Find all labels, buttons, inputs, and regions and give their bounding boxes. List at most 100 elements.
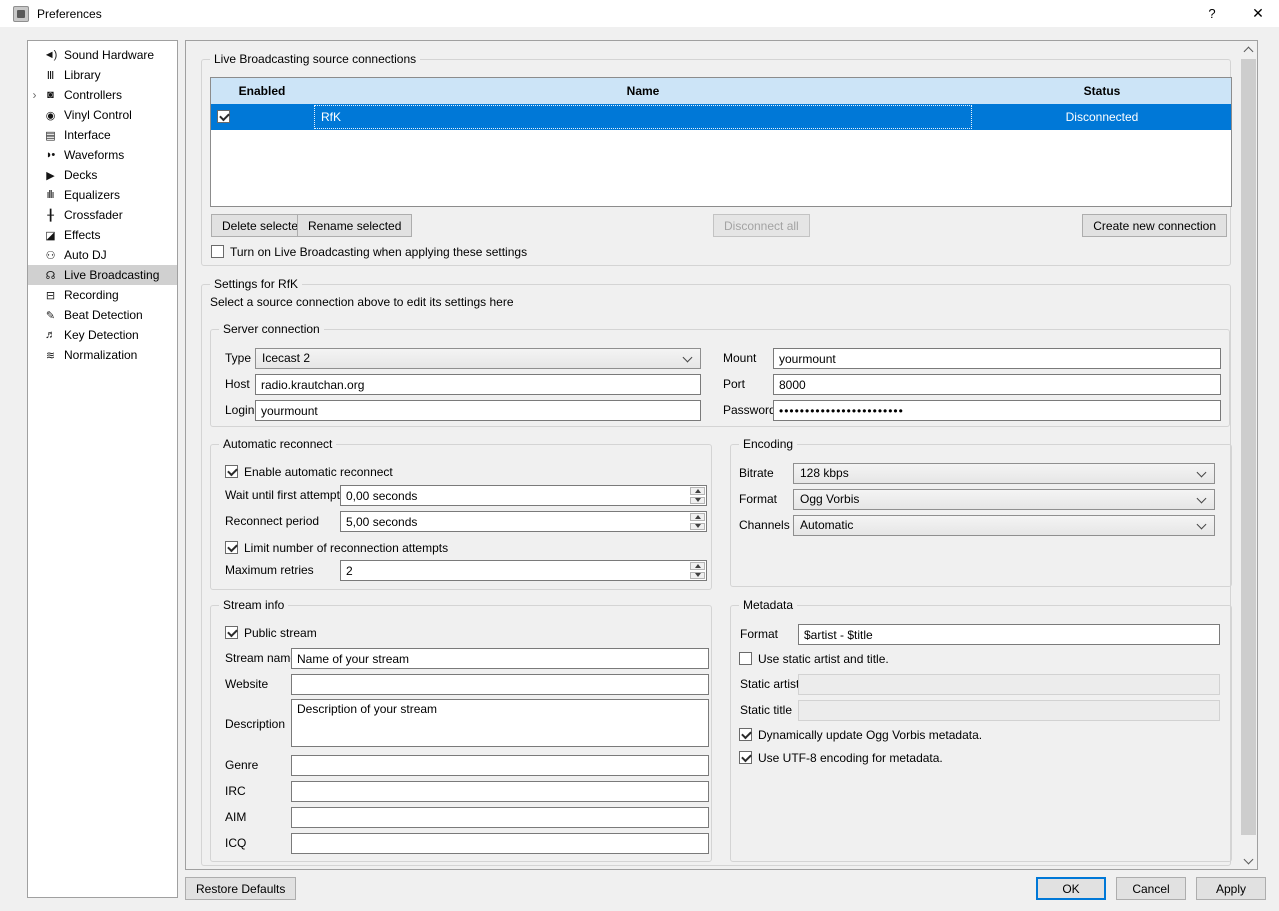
metadata-legend: Metadata — [739, 598, 797, 613]
mount-label: Mount — [723, 348, 756, 369]
spin-down-icon[interactable] — [690, 572, 705, 580]
use-static-checkbox[interactable] — [739, 652, 752, 665]
expand-chevron-icon[interactable]: › — [28, 88, 41, 102]
help-button[interactable]: ? — [1198, 3, 1226, 24]
spin-down-icon[interactable] — [690, 523, 705, 531]
sidebar-item-controllers[interactable]: ›◙Controllers — [28, 85, 177, 105]
play-deck-icon: ▶ — [41, 169, 59, 182]
utf8-checkbox[interactable] — [739, 751, 752, 764]
column-header-name[interactable]: Name — [313, 78, 973, 104]
channels-label: Channels — [739, 515, 790, 536]
public-stream-row: Public stream — [225, 625, 317, 640]
titlebar: Preferences ? ✕ — [0, 0, 1279, 27]
channels-combobox[interactable]: Automatic — [793, 515, 1215, 536]
create-new-connection-button[interactable]: Create new connection — [1082, 214, 1227, 237]
type-combobox[interactable]: Icecast 2 — [255, 348, 701, 369]
sidebar-item-live-broadcasting[interactable]: ☊Live Broadcasting — [28, 265, 177, 285]
sidebar-item-interface[interactable]: ▤Interface — [28, 125, 177, 145]
server-connection-group: Server connection Type Icecast 2 Mount H… — [210, 329, 1230, 427]
description-textarea[interactable]: Description of your stream — [291, 699, 709, 747]
wait-first-attempt-label: Wait until first attempt — [225, 485, 340, 506]
spin-up-icon[interactable] — [690, 562, 705, 570]
metadata-group: Metadata Format Use static artist and ti… — [730, 605, 1232, 862]
turn-on-broadcasting-checkbox[interactable] — [211, 245, 224, 258]
spin-up-icon[interactable] — [690, 487, 705, 495]
scrollbar-thumb[interactable] — [1241, 59, 1256, 835]
reconnect-period-spinbox[interactable] — [340, 511, 707, 532]
vertical-scrollbar[interactable] — [1240, 41, 1257, 869]
scroll-down-icon[interactable] — [1240, 852, 1257, 869]
sidebar-item-equalizers[interactable]: ıllıEqualizers — [28, 185, 177, 205]
host-label: Host — [225, 374, 250, 395]
wait-first-attempt-spinbox[interactable] — [340, 485, 707, 506]
sidebar-item-effects[interactable]: ◪Effects — [28, 225, 177, 245]
speaker-icon: ◄) — [41, 49, 59, 61]
stream-name-input[interactable] — [291, 648, 709, 669]
spin-down-icon[interactable] — [690, 497, 705, 505]
irc-input[interactable] — [291, 781, 709, 802]
metadata-format-input[interactable] — [798, 624, 1220, 645]
limit-attempts-checkbox[interactable] — [225, 541, 238, 554]
connection-name-cell[interactable]: RfK — [313, 104, 973, 130]
enable-reconnect-checkbox[interactable] — [225, 465, 238, 478]
encoding-format-combobox[interactable]: Ogg Vorbis — [793, 489, 1215, 510]
dynamic-update-checkbox[interactable] — [739, 728, 752, 741]
restore-defaults-button[interactable]: Restore Defaults — [185, 877, 296, 900]
dynamic-update-row: Dynamically update Ogg Vorbis metadata. — [739, 727, 982, 742]
reconnect-period-label: Reconnect period — [225, 511, 319, 532]
cancel-button[interactable]: Cancel — [1116, 877, 1186, 900]
equalizer-bars-icon: ıllı — [41, 189, 59, 201]
port-input[interactable] — [773, 374, 1221, 395]
utf8-label: Use UTF-8 encoding for metadata. — [758, 751, 943, 765]
icq-input[interactable] — [291, 833, 709, 854]
sidebar-item-decks[interactable]: ▶Decks — [28, 165, 177, 185]
spin-up-icon[interactable] — [690, 513, 705, 521]
sidebar-item-waveforms[interactable]: ◗•Waveforms — [28, 145, 177, 165]
sidebar-item-auto-dj[interactable]: ⚇Auto DJ — [28, 245, 177, 265]
website-input[interactable] — [291, 674, 709, 695]
apply-button[interactable]: Apply — [1196, 877, 1266, 900]
drumstick-icon: ✎ — [41, 309, 59, 322]
settings-for-connection-group: Settings for RfK Select a source connect… — [201, 284, 1231, 866]
use-static-row: Use static artist and title. — [739, 651, 889, 666]
rename-selected-button[interactable]: Rename selected — [297, 214, 412, 237]
column-header-status[interactable]: Status — [973, 78, 1231, 104]
source-connections-group: Live Broadcasting source connections Ena… — [201, 59, 1231, 266]
bitrate-combobox[interactable]: 128 kbps — [793, 463, 1215, 484]
connections-table-header: Enabled Name Status — [211, 78, 1231, 104]
maximum-retries-spinbox[interactable] — [340, 560, 707, 581]
sidebar-item-crossfader[interactable]: ╂Crossfader — [28, 205, 177, 225]
column-header-enabled[interactable]: Enabled — [211, 78, 313, 104]
sidebar-item-beat-detection[interactable]: ✎Beat Detection — [28, 305, 177, 325]
turn-on-broadcasting-row: Turn on Live Broadcasting when applying … — [211, 244, 527, 259]
aim-input[interactable] — [291, 807, 709, 828]
sidebar-item-normalization[interactable]: ≋Normalization — [28, 345, 177, 365]
sidebar-item-key-detection[interactable]: ♬Key Detection — [28, 325, 177, 345]
connection-enabled-cell — [211, 104, 313, 130]
close-button[interactable]: ✕ — [1244, 3, 1272, 24]
aim-label: AIM — [225, 807, 246, 828]
sidebar-item-sound-hardware[interactable]: ◄)Sound Hardware — [28, 45, 177, 65]
host-input[interactable] — [255, 374, 701, 395]
satellite-dish-icon: ☊ — [41, 269, 59, 282]
encoding-group: Encoding Bitrate 128 kbps Format Ogg Vor… — [730, 444, 1232, 587]
login-label: Login — [225, 400, 254, 421]
sidebar-item-vinyl-control[interactable]: ◉Vinyl Control — [28, 105, 177, 125]
public-stream-label: Public stream — [244, 626, 317, 640]
controller-icon: ◙ — [41, 89, 59, 101]
sidebar-item-recording[interactable]: ⊟Recording — [28, 285, 177, 305]
genre-input[interactable] — [291, 755, 709, 776]
ok-button[interactable]: OK — [1036, 877, 1106, 900]
login-input[interactable] — [255, 400, 701, 421]
mount-input[interactable] — [773, 348, 1221, 369]
connection-row[interactable]: RfK Disconnected — [211, 104, 1231, 130]
sidebar-item-library[interactable]: ⅢLibrary — [28, 65, 177, 85]
use-static-label: Use static artist and title. — [758, 652, 889, 666]
robot-icon: ⚇ — [41, 249, 59, 262]
maximum-retries-label: Maximum retries — [225, 560, 314, 581]
connection-enabled-checkbox[interactable] — [217, 110, 230, 123]
scroll-up-icon[interactable] — [1240, 41, 1257, 58]
disconnect-all-button[interactable]: Disconnect all — [713, 214, 810, 237]
public-stream-checkbox[interactable] — [225, 626, 238, 639]
password-input[interactable] — [773, 400, 1221, 421]
